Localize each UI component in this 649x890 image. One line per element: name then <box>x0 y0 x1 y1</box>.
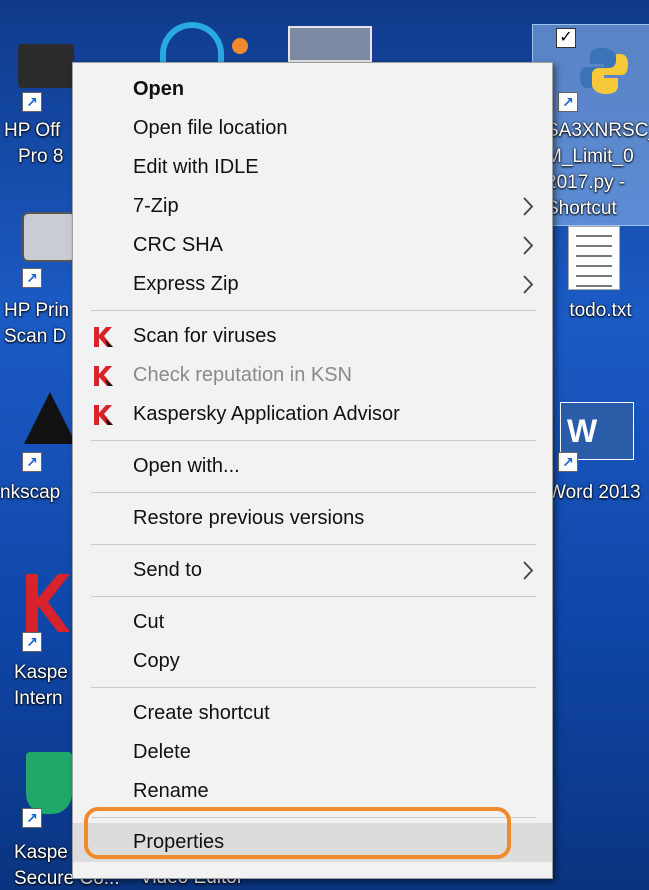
desktop-icon-label: SA3XNRSC_ <box>546 120 649 141</box>
menu-item-label: Properties <box>133 831 225 853</box>
menu-item-label: Cut <box>133 611 165 633</box>
app-icon-partial <box>160 22 224 62</box>
chevron-right-icon <box>523 561 534 580</box>
shortcut-arrow-icon: ↗ <box>22 92 42 112</box>
menu-separator <box>91 544 536 545</box>
kaspersky-icon <box>94 405 113 425</box>
menu-item-kaspersky-application-advisor[interactable]: Kaspersky Application Advisor <box>73 395 552 434</box>
text-document-icon <box>568 226 620 290</box>
menu-item-label: Create shortcut <box>133 702 270 724</box>
desktop-icon-label: M_Limit_0 <box>546 146 634 167</box>
video-app-icon-partial <box>288 26 372 62</box>
menu-item-properties[interactable]: Properties <box>73 823 552 862</box>
menu-item-check-reputation-ksn[interactable]: Check reputation in KSN <box>73 356 552 395</box>
menu-separator <box>91 596 536 597</box>
wifi-shield-icon <box>26 752 72 814</box>
scanner-icon <box>22 212 76 262</box>
shortcut-arrow-icon: ↗ <box>558 452 578 472</box>
menu-item-open-file-location[interactable]: Open file location <box>73 109 552 148</box>
menu-item-copy[interactable]: Copy <box>73 642 552 681</box>
menu-item-7zip[interactable]: 7-Zip <box>73 187 552 226</box>
menu-item-open-with[interactable]: Open with... <box>73 447 552 486</box>
menu-item-label: Edit with IDLE <box>133 156 259 178</box>
kaspersky-icon <box>94 327 113 347</box>
menu-separator <box>91 687 536 688</box>
menu-item-crc-sha[interactable]: CRC SHA <box>73 226 552 265</box>
desktop-icon-label: Word 2013 <box>548 482 641 503</box>
menu-item-send-to[interactable]: Send to <box>73 551 552 590</box>
menu-item-label: Open file location <box>133 117 288 139</box>
menu-item-label: Send to <box>133 559 202 581</box>
menu-item-label: Check reputation in KSN <box>133 364 353 386</box>
inkscape-icon <box>24 392 76 444</box>
chevron-right-icon <box>523 236 534 255</box>
menu-item-label: Open with... <box>133 455 240 477</box>
menu-item-scan-for-viruses[interactable]: Scan for viruses <box>73 317 552 356</box>
chevron-right-icon <box>523 197 534 216</box>
desktop-icon-label: todo.txt <box>569 300 632 321</box>
menu-item-label: Delete <box>133 741 191 763</box>
shortcut-arrow-icon: ↗ <box>22 452 42 472</box>
shortcut-arrow-icon: ↗ <box>558 92 578 112</box>
desktop-icon-label: Shortcut <box>546 198 617 219</box>
chevron-right-icon <box>523 275 534 294</box>
shortcut-arrow-icon: ↗ <box>22 268 42 288</box>
menu-separator <box>91 492 536 493</box>
menu-item-rename[interactable]: Rename <box>73 772 552 811</box>
menu-item-delete[interactable]: Delete <box>73 733 552 772</box>
kaspersky-icon <box>94 366 113 386</box>
menu-item-label: Copy <box>133 650 180 672</box>
desktop-icon-label: 2017.py - <box>546 172 626 193</box>
menu-item-express-zip[interactable]: Express Zip <box>73 265 552 304</box>
menu-separator <box>91 310 536 311</box>
menu-item-open[interactable]: Open <box>73 70 552 109</box>
context-menu: Open Open file location Edit with IDLE 7… <box>72 62 553 879</box>
menu-item-create-shortcut[interactable]: Create shortcut <box>73 694 552 733</box>
shortcut-arrow-icon: ↗ <box>22 632 42 652</box>
menu-item-label: CRC SHA <box>133 234 224 256</box>
menu-separator <box>91 817 536 818</box>
orange-dot-icon <box>232 38 248 54</box>
desktop-icon-label: nkscap <box>0 482 61 503</box>
checkbox-icon: ✓ <box>556 28 576 48</box>
menu-item-label: Open <box>133 78 185 100</box>
menu-separator <box>91 440 536 441</box>
kaspersky-k-icon <box>24 572 72 634</box>
printer-icon <box>18 44 74 88</box>
menu-item-label: Express Zip <box>133 273 239 295</box>
menu-item-label: Restore previous versions <box>133 507 365 529</box>
menu-item-cut[interactable]: Cut <box>73 603 552 642</box>
menu-item-label: Kaspersky Application Advisor <box>133 403 400 425</box>
menu-item-label: 7-Zip <box>133 195 179 217</box>
menu-item-edit-with-idle[interactable]: Edit with IDLE <box>73 148 552 187</box>
shortcut-arrow-icon: ↗ <box>22 808 42 828</box>
menu-item-restore-previous-versions[interactable]: Restore previous versions <box>73 499 552 538</box>
python-icon <box>580 46 628 96</box>
menu-item-label: Rename <box>133 780 209 802</box>
menu-item-label: Scan for viruses <box>133 325 277 347</box>
